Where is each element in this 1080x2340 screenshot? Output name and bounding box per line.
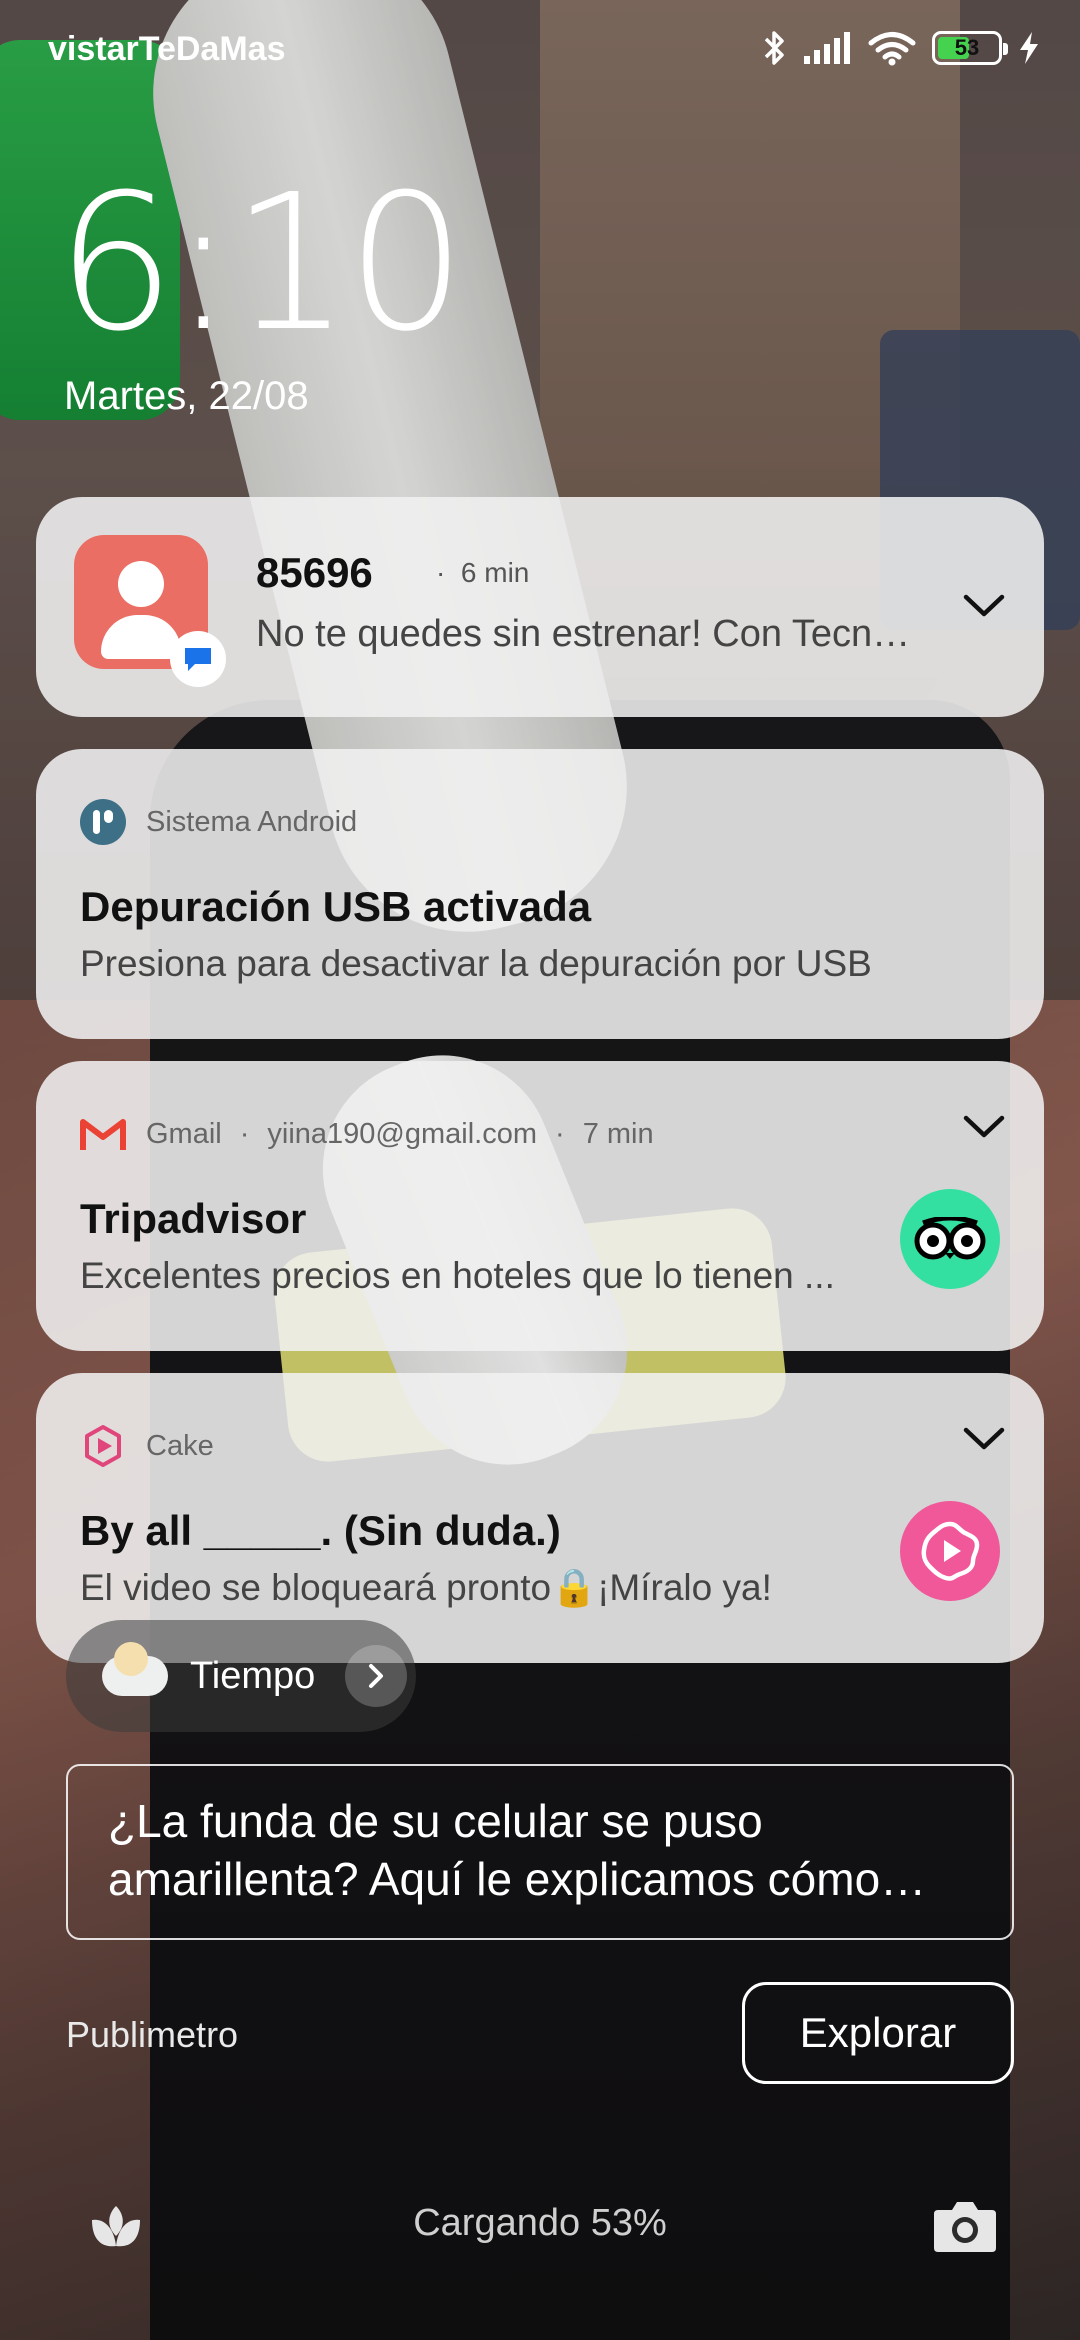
avatar-head: [118, 561, 164, 607]
expand-chevron-icon[interactable]: [954, 1097, 1014, 1157]
notification-sender: 85696: [256, 549, 373, 596]
cake-app-icon: [78, 1421, 128, 1471]
news-source: Publimetro: [66, 2014, 239, 2055]
notification-body: Excelentes precios en hoteles que lo tie…: [80, 1255, 835, 1296]
messages-badge-icon: [170, 631, 226, 687]
battery-icon: 53: [932, 31, 1008, 65]
status-bar: vistarTeDaMas 53: [0, 0, 1080, 100]
explore-button[interactable]: Explorar: [742, 1982, 1014, 2084]
chevron-right-icon: [345, 1645, 408, 1707]
separator-dot: ·: [555, 1117, 565, 1150]
notification-body: Presiona para desactivar la depuración p…: [80, 943, 872, 984]
camera-icon[interactable]: [932, 2196, 998, 2256]
notification-time: · 6 min: [436, 557, 530, 588]
notification-title: Tripadvisor: [80, 1195, 307, 1242]
battery-level: 53: [954, 35, 980, 60]
notification-gmail[interactable]: Gmail · yiina190@gmail.com · 7 min Tripa…: [36, 1061, 1044, 1351]
partly-cloudy-icon: [102, 1642, 168, 1696]
wifi-icon: [868, 32, 916, 66]
expand-chevron-icon[interactable]: [954, 1409, 1014, 1469]
charging-status: Cargando 53%: [413, 2202, 667, 2244]
notification-account: yiina190@gmail.com: [267, 1117, 538, 1150]
battery-tip: [1003, 43, 1008, 55]
weather-widget[interactable]: Tiempo: [66, 1620, 416, 1732]
notification-usb-debugging[interactable]: Sistema Android Depuración USB activada …: [36, 749, 1044, 1039]
notification-title: By all _____. (Sin duda.): [80, 1507, 561, 1554]
signal-icon: [804, 32, 850, 64]
notification-app-name: Gmail: [146, 1117, 222, 1150]
cake-play-icon: [900, 1501, 1000, 1601]
news-headline: ¿La funda de su celular se puso amarille…: [108, 1795, 881, 1905]
separator-dot: ·: [239, 1117, 250, 1150]
notification-title: Depuración USB activada: [80, 883, 592, 930]
carrier-name: vistarTeDaMas: [48, 30, 286, 68]
news-card[interactable]: ¿La funda de su celular se puso amarille…: [66, 1764, 1014, 1940]
expand-chevron-icon[interactable]: [954, 576, 1014, 636]
notification-app-header: Cake: [78, 1421, 214, 1471]
notification-time: 7 min: [582, 1117, 654, 1150]
gmail-icon: [78, 1109, 128, 1159]
notification-body: El video se bloqueará pronto🔒¡Míralo ya!: [80, 1567, 772, 1608]
notification-app-name: Cake: [146, 1429, 214, 1462]
bluetooth-icon: [764, 31, 784, 65]
notification-app-name: Sistema Android: [146, 805, 358, 838]
lockscreen-date: Martes, 22/08: [64, 374, 309, 418]
notification-app-header: Gmail · yiina190@gmail.com · 7 min: [78, 1109, 654, 1159]
charging-bolt-icon: [1020, 32, 1038, 64]
tripadvisor-owl-icon: [900, 1189, 1000, 1289]
lockscreen-clock: 6:10: [56, 154, 466, 373]
weather-label: Tiempo: [190, 1654, 316, 1697]
avatar-body: [101, 615, 181, 659]
notification-sms[interactable]: 85696 · 6 min No te quedes sin estrenar!…: [36, 497, 1044, 717]
android-system-icon: [78, 797, 128, 847]
notification-body: No te quedes sin estrenar! Con Tecnoshop…: [256, 613, 916, 655]
notification-app-header: Sistema Android: [78, 797, 357, 847]
status-icons: 53: [762, 28, 1040, 68]
